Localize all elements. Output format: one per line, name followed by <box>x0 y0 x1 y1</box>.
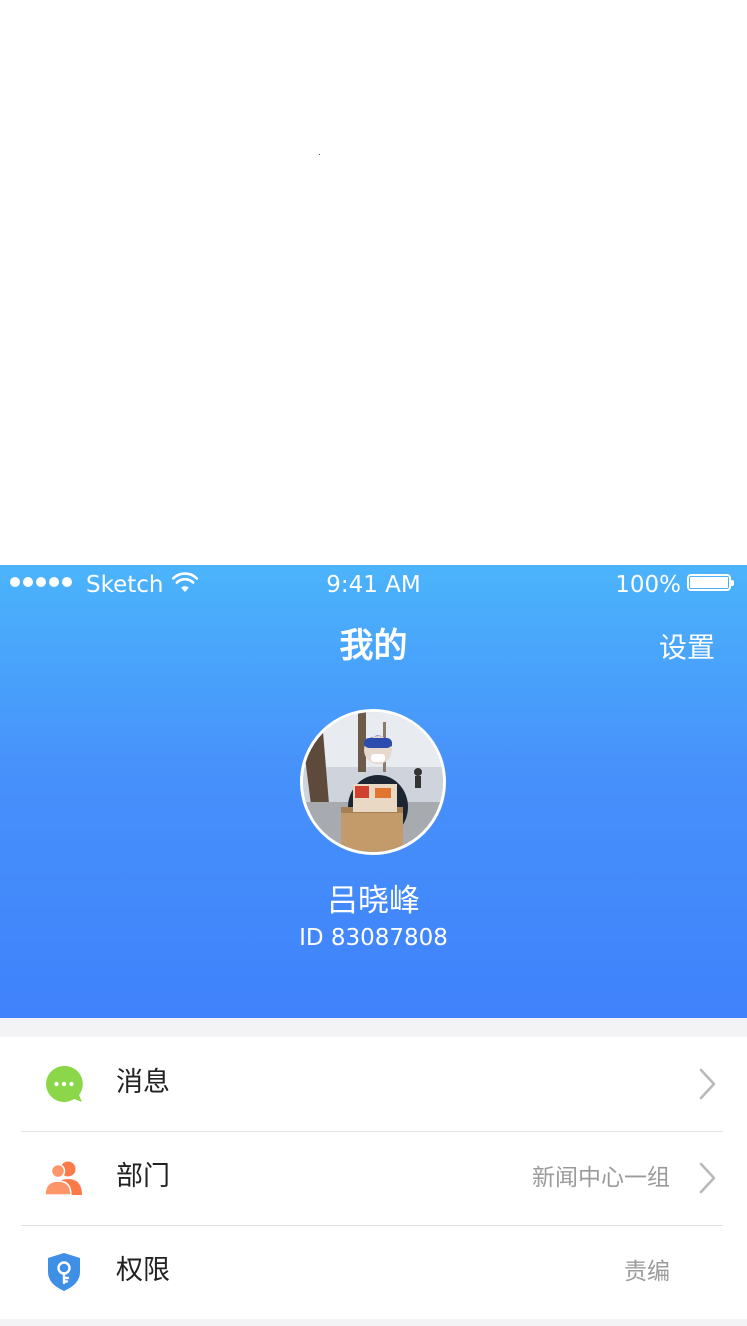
menu-item-department[interactable]: 部门 新闻中心一组 <box>0 1131 747 1225</box>
shield-key-icon <box>44 1252 84 1292</box>
battery-icon <box>687 574 734 591</box>
stray-dot <box>319 154 320 155</box>
menu-item-label: 消息 <box>116 1067 170 1098</box>
blank-canvas-area <box>0 0 747 565</box>
settings-button[interactable]: 设置 <box>659 631 715 665</box>
department-value: 新闻中心一组 <box>532 1165 670 1191</box>
chevron-right-icon <box>699 1162 717 1194</box>
menu-item-label: 部门 <box>116 1161 170 1192</box>
menu-item-label: 权限 <box>116 1255 170 1286</box>
profile-header: Sketch 9:41 AM 100% 我的 设置 吕晓峰 ID 8308780… <box>0 565 747 1018</box>
menu-item-permission[interactable]: 权限 责编 <box>0 1225 747 1319</box>
user-name: 吕晓峰 <box>327 883 420 919</box>
user-id: ID 83087808 <box>299 925 448 951</box>
status-bar: Sketch 9:41 AM 100% <box>0 565 747 605</box>
menu-item-messages[interactable]: 消息 <box>0 1037 747 1131</box>
menu-list: 消息 部门 新闻中心一组 权限 责编 <box>0 1037 747 1319</box>
avatar[interactable] <box>300 709 446 855</box>
people-icon <box>44 1158 84 1198</box>
permission-value: 责编 <box>624 1259 670 1285</box>
chevron-right-icon <box>699 1068 717 1100</box>
avatar-photo <box>303 712 443 852</box>
battery-percentage: 100% <box>615 572 681 598</box>
chat-bubble-icon <box>44 1064 84 1104</box>
phone-screen: Sketch 9:41 AM 100% 我的 设置 吕晓峰 ID 8308780… <box>0 565 747 1326</box>
page-title: 我的 <box>339 626 408 666</box>
